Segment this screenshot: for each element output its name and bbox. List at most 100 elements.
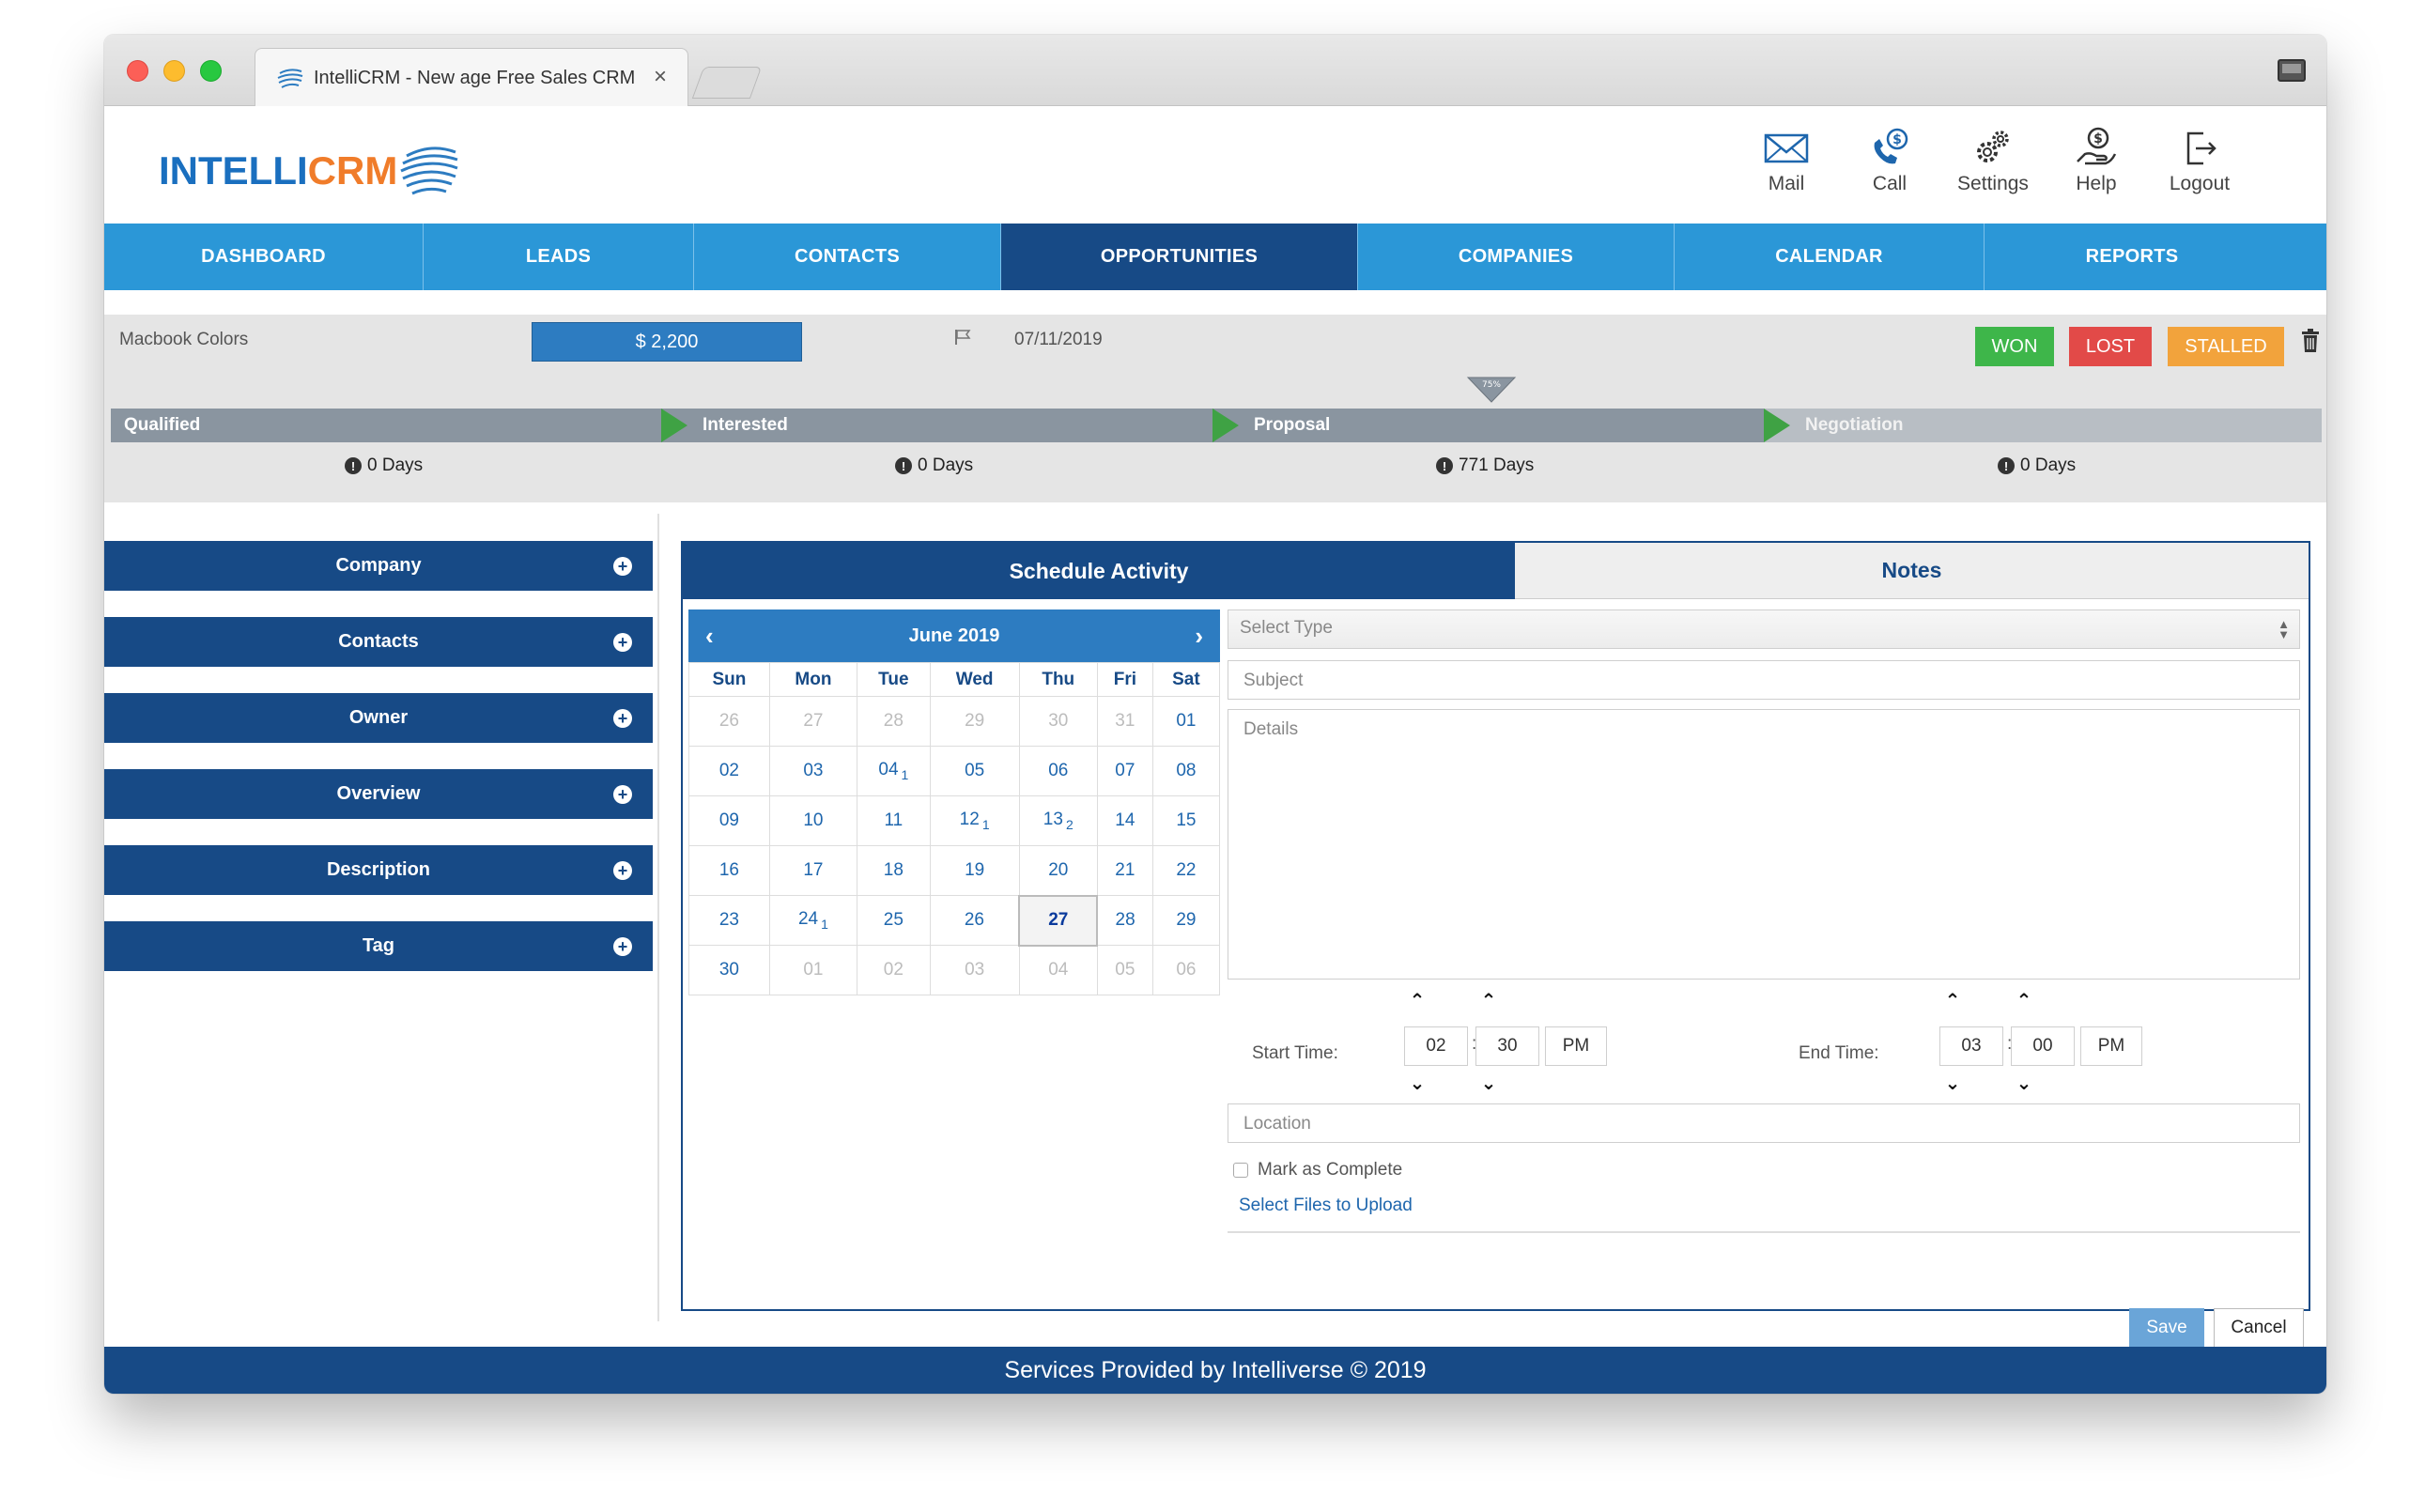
calendar-day[interactable]: 26 <box>688 696 770 747</box>
end-minute-input[interactable]: 00 <box>2011 1026 2075 1066</box>
calendar-day[interactable]: 18 <box>857 845 931 896</box>
browser-tab[interactable]: IntelliCRM - New age Free Sales CRM × <box>255 48 688 106</box>
select-files-link[interactable]: Select Files to Upload <box>1239 1196 2303 1216</box>
logout-action[interactable]: Logout <box>2148 126 2251 195</box>
tab-schedule-activity[interactable]: Schedule Activity <box>683 543 1515 599</box>
calendar-day[interactable]: 06 <box>1151 945 1221 995</box>
nav-dashboard[interactable]: DASHBOARD <box>104 224 424 290</box>
end-hour-up-icon[interactable]: ⌃ <box>1939 989 1966 1012</box>
save-button[interactable]: Save <box>2129 1308 2204 1348</box>
calendar-day[interactable]: 29 <box>1151 895 1221 946</box>
calendar-day[interactable]: 09 <box>688 795 770 846</box>
calendar-day[interactable]: 06 <box>1018 746 1098 796</box>
accordion-company[interactable]: Company + <box>104 541 653 591</box>
start-hour-input[interactable]: 02 <box>1404 1026 1468 1066</box>
calendar-day[interactable]: 03 <box>768 746 858 796</box>
calendar-day[interactable]: 21 <box>1096 845 1153 896</box>
call-action[interactable]: $ Call <box>1838 126 1941 195</box>
calendar-prev-icon[interactable]: ‹ <box>705 622 714 651</box>
close-tab-icon[interactable]: × <box>654 64 667 90</box>
minimize-window-button[interactable] <box>163 60 185 82</box>
location-input[interactable]: Location <box>1228 1103 2300 1143</box>
accordion-overview[interactable]: Overview + <box>104 769 653 819</box>
nav-reports[interactable]: REPORTS <box>1985 224 2279 290</box>
cancel-button[interactable]: Cancel <box>2214 1308 2304 1348</box>
end-minute-up-icon[interactable]: ⌃ <box>2011 989 2037 1012</box>
calendar-day[interactable]: 19 <box>929 845 1020 896</box>
start-minute-up-icon[interactable]: ⌃ <box>1475 989 1502 1012</box>
calendar-day[interactable]: 28 <box>857 696 931 747</box>
calendar-day[interactable]: 05 <box>1096 945 1153 995</box>
won-button[interactable]: WON <box>1975 327 2054 366</box>
maximize-window-button[interactable] <box>200 60 222 82</box>
end-ampm-toggle[interactable]: PM <box>2080 1026 2142 1066</box>
stage-qualified[interactable]: Qualified <box>111 409 687 442</box>
mark-complete-checkbox[interactable] <box>1233 1163 1248 1178</box>
new-tab-button[interactable] <box>691 67 763 99</box>
calendar-day[interactable]: 13 2 <box>1018 795 1098 846</box>
end-hour-input[interactable]: 03 <box>1939 1026 2003 1066</box>
start-minute-input[interactable]: 30 <box>1475 1026 1539 1066</box>
start-minute-down-icon[interactable]: ⌄ <box>1475 1072 1502 1095</box>
start-hour-down-icon[interactable]: ⌄ <box>1404 1072 1430 1095</box>
tab-notes[interactable]: Notes <box>1515 543 2309 599</box>
details-textarea[interactable]: Details <box>1228 709 2300 980</box>
calendar-day[interactable]: 05 <box>929 746 1020 796</box>
calendar-day[interactable]: 17 <box>768 845 858 896</box>
calendar-day[interactable]: 31 <box>1096 696 1153 747</box>
nav-opportunities[interactable]: OPPORTUNITIES <box>1001 224 1358 290</box>
calendar-day[interactable]: 10 <box>768 795 858 846</box>
select-type-dropdown[interactable]: Select Type ▲ ▼ <box>1228 609 2300 649</box>
calendar-day[interactable]: 12 1 <box>929 795 1020 846</box>
accordion-description[interactable]: Description + <box>104 845 653 895</box>
nav-contacts[interactable]: CONTACTS <box>694 224 1001 290</box>
stalled-button[interactable]: STALLED <box>2168 327 2284 366</box>
calendar-day[interactable]: 11 <box>857 795 931 846</box>
calendar-day[interactable]: 14 <box>1096 795 1153 846</box>
settings-action[interactable]: Settings <box>1941 126 2045 195</box>
calendar-day[interactable]: 30 <box>688 945 770 995</box>
mail-action[interactable]: Mail <box>1735 126 1838 195</box>
calendar-day[interactable]: 01 <box>1151 696 1221 747</box>
calendar-day[interactable]: 15 <box>1151 795 1221 846</box>
accordion-contacts[interactable]: Contacts + <box>104 617 653 667</box>
help-action[interactable]: $ Help <box>2045 126 2148 195</box>
calendar-day[interactable]: 04 1 <box>857 746 931 796</box>
start-hour-up-icon[interactable]: ⌃ <box>1404 989 1430 1012</box>
calendar-day[interactable]: 24 1 <box>768 895 858 946</box>
stage-negotiation[interactable]: Negotiation <box>1764 409 2322 442</box>
calendar-day[interactable]: 02 <box>857 945 931 995</box>
calendar-day[interactable]: 16 <box>688 845 770 896</box>
nav-companies[interactable]: COMPANIES <box>1358 224 1675 290</box>
browser-menu-icon[interactable] <box>2278 59 2306 82</box>
accordion-owner[interactable]: Owner + <box>104 693 653 743</box>
calendar-day[interactable]: 27 <box>1018 894 1099 947</box>
stage-proposal[interactable]: Proposal <box>1212 409 1790 442</box>
nav-calendar[interactable]: CALENDAR <box>1675 224 1985 290</box>
nav-leads[interactable]: LEADS <box>424 224 694 290</box>
calendar-day[interactable]: 02 <box>688 746 770 796</box>
calendar-day[interactable]: 22 <box>1151 845 1221 896</box>
calendar-day[interactable]: 26 <box>929 895 1020 946</box>
calendar-day[interactable]: 27 <box>768 696 858 747</box>
accordion-tag[interactable]: Tag + <box>104 921 653 971</box>
calendar-day[interactable]: 20 <box>1018 845 1098 896</box>
close-window-button[interactable] <box>127 60 148 82</box>
calendar-day[interactable]: 08 <box>1151 746 1221 796</box>
calendar-day[interactable]: 04 <box>1018 945 1098 995</box>
end-hour-down-icon[interactable]: ⌄ <box>1939 1072 1966 1095</box>
calendar-day[interactable]: 01 <box>768 945 858 995</box>
calendar-day[interactable]: 25 <box>857 895 931 946</box>
calendar-day[interactable]: 03 <box>929 945 1020 995</box>
stage-interested[interactable]: Interested <box>661 409 1239 442</box>
calendar-day[interactable]: 28 <box>1096 895 1153 946</box>
intellicrm-logo[interactable]: INTELLICRM <box>159 143 459 199</box>
calendar-next-icon[interactable]: › <box>1195 622 1203 651</box>
calendar-day[interactable]: 29 <box>929 696 1020 747</box>
start-ampm-toggle[interactable]: PM <box>1545 1026 1607 1066</box>
lost-button[interactable]: LOST <box>2069 327 2152 366</box>
trash-icon[interactable] <box>2300 328 2321 354</box>
subject-input[interactable]: Subject <box>1228 660 2300 700</box>
calendar-day[interactable]: 07 <box>1096 746 1153 796</box>
calendar-day[interactable]: 23 <box>688 895 770 946</box>
